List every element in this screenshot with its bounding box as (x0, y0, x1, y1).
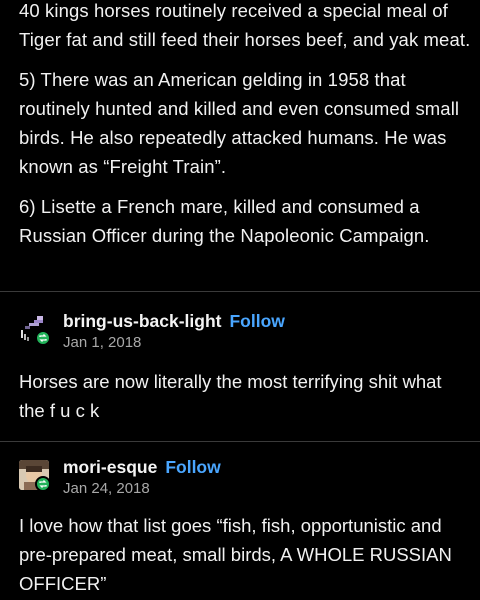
reblog-text: I love how that list goes “fish, fish, o… (19, 515, 452, 594)
post-paragraph: 6) Lisette a French mare, killed and con… (19, 196, 430, 246)
avatar[interactable] (19, 460, 51, 492)
username-link[interactable]: mori-esque (63, 457, 157, 477)
divider (0, 441, 480, 442)
post-paragraph: 5) There was an American gelding in 1958… (19, 69, 460, 177)
reblog-text: Horses are now literally the most terrif… (19, 371, 442, 421)
reblog-date: Jan 1, 2018 (63, 334, 142, 351)
post-body: 40 kings horses routinely received a spe… (19, 0, 471, 261)
tumblr-post-screenshot: 40 kings horses routinely received a spe… (0, 0, 480, 600)
follow-button[interactable]: Follow (229, 311, 284, 331)
reblog-icon (35, 476, 51, 492)
reblog-icon (35, 330, 51, 346)
username-link[interactable]: bring-us-back-light (63, 311, 221, 331)
divider (0, 291, 480, 292)
reblog-date: Jan 24, 2018 (63, 480, 150, 497)
follow-button[interactable]: Follow (165, 457, 220, 477)
post-paragraph: 40 kings horses routinely received a spe… (19, 0, 471, 50)
avatar[interactable] (19, 314, 51, 346)
reblog-meta: mori-esque Follow Jan 24, 2018 (63, 457, 221, 497)
reblog-entry: mori-esque Follow Jan 24, 2018 I love how… (19, 457, 471, 600)
reblog-meta: bring-us-back-light Follow Jan 1, 2018 (63, 311, 285, 351)
reblog-entry: bring-us-back-light Follow Jan 1, 2018 Ho… (19, 311, 471, 424)
